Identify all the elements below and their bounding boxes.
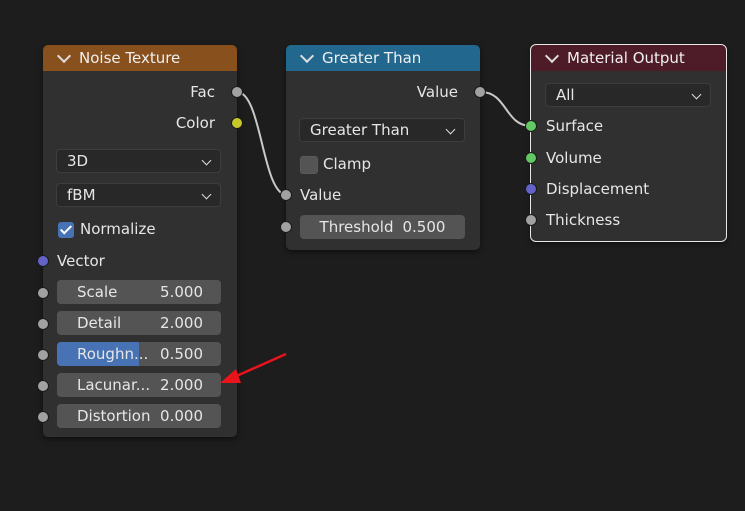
clamp-label: Clamp bbox=[323, 155, 371, 173]
material-output-header[interactable]: Material Output bbox=[531, 45, 726, 71]
value-input-socket-icon[interactable] bbox=[280, 189, 292, 201]
output-color: Color bbox=[43, 111, 243, 135]
chevron-down-icon bbox=[201, 189, 212, 200]
field-value: 2.000 bbox=[160, 376, 203, 394]
socket-label: Volume bbox=[546, 149, 602, 167]
operation-value: Greater Than bbox=[310, 121, 410, 139]
chevron-down-icon bbox=[445, 124, 456, 135]
socket-label: Value bbox=[300, 186, 342, 204]
node-title: Noise Texture bbox=[79, 49, 181, 67]
detail-socket-icon[interactable] bbox=[37, 318, 49, 330]
thickness-socket-icon[interactable] bbox=[525, 214, 537, 226]
socket-label: Vector bbox=[57, 252, 105, 270]
distortion-field[interactable]: Distortion 0.000 bbox=[57, 404, 221, 428]
fac-socket-icon[interactable] bbox=[231, 86, 243, 98]
output-value: Value bbox=[286, 80, 486, 104]
surface-socket-icon[interactable] bbox=[525, 120, 537, 132]
dimension-value: 3D bbox=[67, 152, 89, 170]
material-output-node[interactable]: Material Output All Surface Volume Displ… bbox=[525, 44, 727, 242]
displacement-socket-icon[interactable] bbox=[525, 183, 537, 195]
socket-label: Value bbox=[416, 83, 458, 101]
socket-label: Displacement bbox=[546, 180, 650, 198]
field-label: Roughn... bbox=[77, 345, 149, 363]
noise-type-value: fBM bbox=[67, 186, 96, 204]
distortion-socket-icon[interactable] bbox=[37, 411, 49, 423]
roughness-socket-icon[interactable] bbox=[37, 349, 49, 361]
scale-socket-icon[interactable] bbox=[37, 287, 49, 299]
output-fac: Fac bbox=[43, 80, 243, 104]
input-volume: Volume bbox=[525, 146, 726, 170]
socket-label: Fac bbox=[190, 83, 215, 101]
input-displacement: Displacement bbox=[525, 177, 726, 201]
detail-field[interactable]: Detail 2.000 bbox=[57, 311, 221, 335]
roughness-field[interactable]: Roughn... 0.500 bbox=[57, 342, 221, 366]
node-title: Material Output bbox=[567, 49, 685, 67]
dimension-dropdown[interactable]: 3D bbox=[56, 149, 221, 173]
threshold-field[interactable]: Threshold 0.500 bbox=[300, 215, 465, 239]
socket-label: Thickness bbox=[546, 211, 621, 229]
node-title: Greater Than bbox=[322, 49, 422, 67]
input-value: Value bbox=[280, 183, 480, 207]
socket-label: Surface bbox=[546, 117, 604, 135]
link-fac-to-value[interactable] bbox=[236, 91, 288, 196]
scale-field[interactable]: Scale 5.000 bbox=[57, 280, 221, 304]
lacunarity-socket-icon[interactable] bbox=[37, 380, 49, 392]
socket-label: Color bbox=[175, 114, 215, 132]
noise-type-dropdown[interactable]: fBM bbox=[56, 183, 221, 207]
chevron-down-icon bbox=[201, 155, 212, 166]
lacunarity-field[interactable]: Lacunar... 2.000 bbox=[57, 373, 221, 397]
field-value: 0.000 bbox=[160, 407, 203, 425]
target-value: All bbox=[556, 86, 575, 104]
threshold-socket-icon[interactable] bbox=[280, 221, 292, 233]
value-output-socket-icon[interactable] bbox=[474, 86, 486, 98]
volume-socket-icon[interactable] bbox=[525, 152, 537, 164]
greater-than-node[interactable]: Greater Than Value Greater Than Clamp Va… bbox=[280, 45, 486, 250]
collapse-chevron-icon[interactable] bbox=[544, 48, 560, 63]
greater-than-header[interactable]: Greater Than bbox=[286, 45, 480, 71]
field-label: Lacunar... bbox=[77, 376, 151, 394]
input-surface: Surface bbox=[525, 114, 726, 138]
field-value: 0.500 bbox=[402, 218, 446, 236]
normalize-checkbox[interactable] bbox=[58, 222, 74, 238]
input-vector: Vector bbox=[37, 249, 237, 273]
field-value: 0.500 bbox=[160, 345, 203, 363]
field-label: Detail bbox=[77, 314, 122, 332]
field-label: Scale bbox=[77, 283, 118, 301]
collapse-chevron-icon[interactable] bbox=[56, 48, 72, 63]
noise-texture-header[interactable]: Noise Texture bbox=[43, 45, 237, 71]
normalize-label: Normalize bbox=[80, 220, 156, 238]
field-value: 5.000 bbox=[160, 283, 203, 301]
link-value-to-surface[interactable] bbox=[480, 91, 532, 127]
input-thickness: Thickness bbox=[525, 208, 726, 232]
vector-socket-icon[interactable] bbox=[37, 255, 49, 267]
field-label: Threshold bbox=[319, 218, 394, 236]
color-socket-icon[interactable] bbox=[231, 117, 243, 129]
target-dropdown[interactable]: All bbox=[545, 83, 711, 107]
clamp-checkbox[interactable] bbox=[300, 156, 318, 174]
field-label: Distortion bbox=[77, 407, 151, 425]
collapse-chevron-icon[interactable] bbox=[299, 48, 315, 63]
operation-dropdown[interactable]: Greater Than bbox=[299, 118, 465, 142]
field-value: 2.000 bbox=[160, 314, 203, 332]
noise-texture-node[interactable]: Noise Texture Fac Color 3D fBM Normalize… bbox=[37, 45, 243, 437]
chevron-down-icon bbox=[691, 89, 702, 100]
